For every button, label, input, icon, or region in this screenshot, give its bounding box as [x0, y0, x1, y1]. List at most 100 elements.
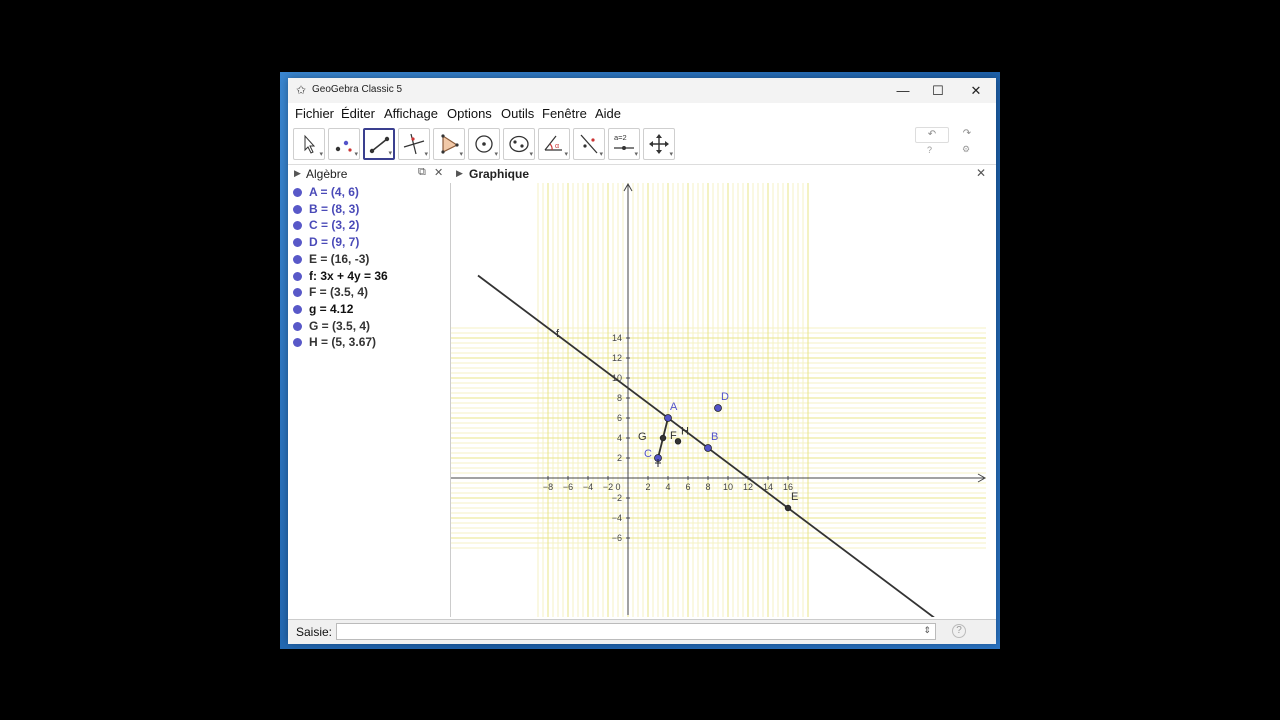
x-tick-label: 2	[645, 482, 650, 492]
menu-outils[interactable]: Outils	[501, 106, 534, 121]
point-label-E: E	[791, 491, 798, 503]
algebra-item[interactable]: G = (3.5, 4)	[288, 319, 448, 335]
point-D[interactable]	[714, 404, 722, 412]
window-title: GeoGebra Classic 5	[312, 84, 403, 95]
line-f[interactable]	[477, 274, 986, 618]
algebra-item-text: A = (4, 6)	[309, 185, 359, 199]
point-G[interactable]	[659, 434, 667, 442]
segment-tool[interactable]: ▾	[363, 128, 395, 160]
visibility-toggle-icon[interactable]	[293, 221, 302, 231]
visibility-toggle-icon[interactable]	[293, 271, 302, 281]
x-tick-label: 10	[723, 482, 733, 492]
reflect-tool[interactable]: ▾	[573, 128, 605, 160]
menu-fenetre[interactable]: Fenêtre	[542, 106, 587, 121]
algebra-item[interactable]: B = (8, 3)	[288, 202, 448, 218]
x-tick-label: 8	[705, 482, 710, 492]
graphics-view[interactable]: −8 −6 −4 −2 0 2 4 6 8 10 12 14 16 14 12 10 8 6 4 2 −2 −4 −6 f A B…	[451, 183, 986, 617]
algebra-item[interactable]: E = (16, -3)	[288, 252, 448, 268]
move-graphics-tool[interactable]: ▾	[643, 128, 675, 160]
ellipse-tool[interactable]: ▾	[503, 128, 535, 160]
menu-fichier[interactable]: Fichier	[295, 106, 334, 121]
undock-icon[interactable]: ⧉	[418, 166, 426, 179]
x-tick-label: −2	[603, 482, 613, 492]
algebra-item[interactable]: C = (3, 2)	[288, 218, 448, 234]
point-tool[interactable]: ▾	[328, 128, 360, 160]
menu-options[interactable]: Options	[447, 106, 492, 121]
algebra-item-text: G = (3.5, 4)	[309, 318, 371, 333]
redo-button[interactable]: ↷	[951, 127, 983, 141]
algebra-view-header: ▶ Algèbre ⧉ ✕	[288, 165, 450, 183]
menu-bar: Fichier Éditer Affichage Options Outils …	[288, 103, 996, 124]
input-field[interactable]: ⇕	[336, 623, 936, 640]
algebra-item[interactable]: g = 4.12	[288, 302, 448, 318]
x-tick-label: −6	[563, 482, 573, 492]
undo-button[interactable]: ↶	[915, 127, 949, 143]
toolbar: ▾ ▾ ▾ ▾ ▾ ▾ ▾ α ▾ ▾ a=2 ▾ ▾ ↶ ↷ ? ⚙	[288, 124, 996, 165]
visibility-toggle-icon[interactable]	[293, 254, 302, 264]
y-tick-label: 14	[612, 333, 622, 343]
visibility-toggle-icon[interactable]	[293, 304, 302, 314]
input-help-icon[interactable]: ?	[952, 624, 966, 638]
algebra-item-text: F = (3.5, 4)	[309, 285, 369, 300]
graphics-canvas[interactable]: −8 −6 −4 −2 0 2 4 6 8 10 12 14 161412108642−2−4−6fAB…	[451, 183, 986, 617]
point-label-G: G	[638, 431, 647, 443]
circle-center-tool[interactable]: ▾	[468, 128, 500, 160]
polygon-icon	[441, 134, 459, 154]
visibility-toggle-icon[interactable]	[293, 321, 302, 331]
point-B[interactable]	[704, 444, 712, 452]
help-icon[interactable]: ?	[927, 145, 932, 155]
point-E[interactable]	[784, 504, 792, 512]
history-arrow-icon[interactable]: ⇕	[923, 625, 931, 636]
close-algebra-icon[interactable]: ✕	[434, 166, 443, 179]
x-tick-label: −8	[543, 482, 553, 492]
algebra-item[interactable]: D = (9, 7)	[288, 235, 448, 251]
algebra-item-text: C = (3, 2)	[309, 218, 360, 233]
gear-icon[interactable]: ⚙	[962, 144, 970, 155]
collapse-triangle-icon[interactable]: ▶	[456, 168, 463, 179]
algebra-item-text: D = (9, 7)	[309, 235, 360, 250]
geogebra-window: ✩ GeoGebra Classic 5 — ☐ ✕ Fichier Édite…	[288, 78, 996, 644]
visibility-toggle-icon[interactable]	[293, 204, 302, 214]
y-tick-label: 2	[617, 453, 622, 463]
slider-tool[interactable]: a=2 ▾	[608, 128, 640, 160]
collapse-triangle-icon[interactable]: ▶	[294, 168, 301, 179]
y-tick-label: −2	[612, 493, 622, 503]
point-label-H: H	[681, 425, 689, 437]
svg-text:α: α	[555, 143, 559, 150]
algebra-item[interactable]: A = (4, 6)	[288, 185, 448, 201]
geogebra-logo-icon: ✩	[296, 83, 307, 97]
menu-aide[interactable]: Aide	[595, 106, 621, 121]
point-label-D: D	[721, 391, 729, 403]
menu-editer[interactable]: Éditer	[341, 106, 375, 121]
polygon-tool[interactable]: ▾	[433, 128, 465, 160]
title-bar[interactable]: ✩ GeoGebra Classic 5 — ☐ ✕	[288, 78, 996, 103]
close-button[interactable]: ✕	[961, 81, 991, 101]
visibility-toggle-icon[interactable]	[293, 288, 302, 298]
y-tick-label: 12	[612, 353, 622, 363]
maximize-button[interactable]: ☐	[923, 81, 953, 101]
x-tick-label: 6	[685, 482, 690, 492]
move-tool[interactable]: ▾	[293, 128, 325, 160]
menu-affichage[interactable]: Affichage	[384, 106, 438, 121]
point-label-C: C	[644, 448, 652, 460]
angle-icon: α	[544, 135, 562, 151]
perpendicular-tool[interactable]: ▾	[398, 128, 430, 160]
algebra-item-text: B = (8, 3)	[309, 201, 360, 216]
x-tick-label: 12	[743, 482, 753, 492]
visibility-toggle-icon[interactable]	[293, 338, 302, 348]
algebra-item[interactable]: F = (3.5, 4)	[288, 285, 448, 301]
input-label: Saisie:	[296, 625, 333, 639]
visibility-toggle-icon[interactable]	[293, 238, 302, 248]
slider-icon: a=2	[614, 133, 634, 150]
point-A[interactable]	[664, 414, 672, 422]
visibility-toggle-icon[interactable]	[293, 188, 302, 197]
minimize-button[interactable]: —	[888, 81, 918, 101]
algebra-item[interactable]: H = (5, 3.67)	[288, 335, 448, 351]
x-tick-label: 4	[665, 482, 670, 492]
close-graphics-icon[interactable]: ✕	[976, 166, 986, 180]
move-arrows-icon	[649, 134, 669, 154]
algebra-item[interactable]: f: 3x + 4y = 36	[288, 269, 448, 285]
angle-tool[interactable]: α ▾	[538, 128, 570, 160]
perpendicular-line-icon	[403, 133, 425, 155]
y-tick-label: 6	[617, 413, 622, 423]
